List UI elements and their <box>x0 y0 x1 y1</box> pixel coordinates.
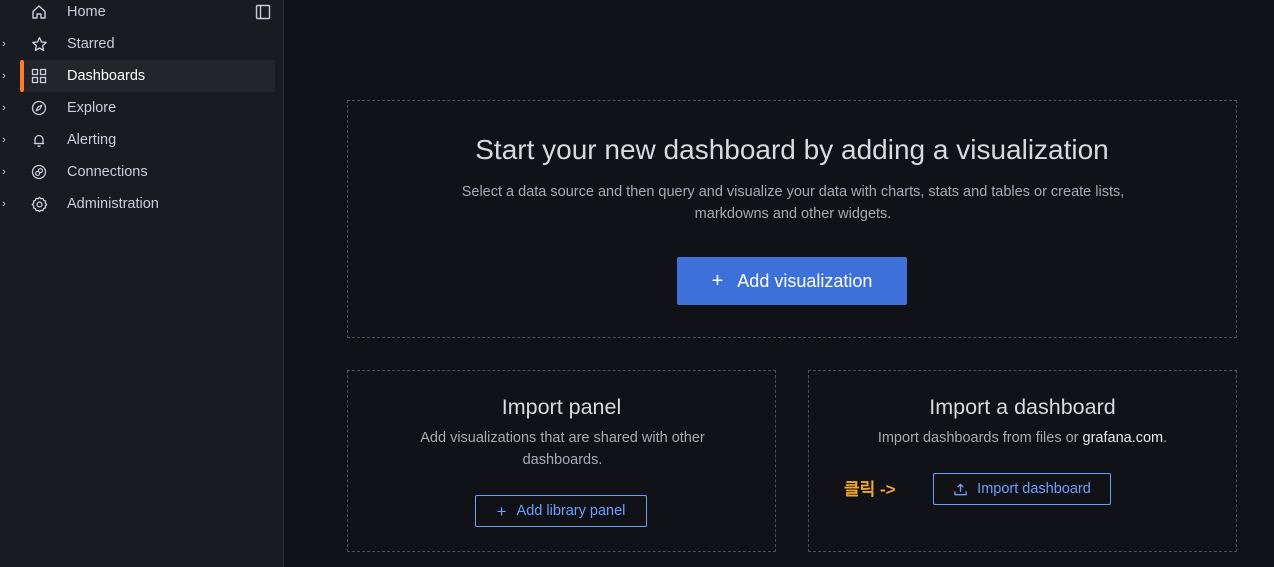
sidebar-item-home[interactable]: Home <box>0 0 284 28</box>
sidebar-item-alerting[interactable]: › Alerting <box>0 124 284 156</box>
click-annotation: 클릭 -> <box>844 480 896 499</box>
chevron-right-icon[interactable]: › <box>0 156 9 188</box>
home-icon <box>30 3 48 21</box>
bell-icon <box>30 131 48 149</box>
link-icon <box>30 163 48 181</box>
sidebar-item-connections[interactable]: › Connections <box>0 156 284 188</box>
active-indicator <box>20 60 24 92</box>
card-description: Add visualizations that are shared with … <box>420 430 705 468</box>
upload-icon <box>953 482 968 497</box>
add-library-panel-button[interactable]: + Add library panel <box>475 495 647 527</box>
button-label: Add visualization <box>737 270 873 291</box>
chevron-right-icon[interactable]: › <box>0 60 9 92</box>
button-label: Import dashboard <box>977 481 1091 497</box>
description-suffix: . <box>1163 430 1168 446</box>
sidebar-item-label: Dashboards <box>67 68 146 84</box>
card-title: Import a dashboard <box>929 395 1116 419</box>
chevron-right-icon[interactable]: › <box>0 92 9 124</box>
active-item-background <box>20 60 275 92</box>
card-description: Import dashboards from files or grafana.… <box>809 427 1236 449</box>
button-label: Add library panel <box>516 503 626 519</box>
card-title: Import panel <box>501 395 622 419</box>
sidebar-item-label: Starred <box>67 36 115 52</box>
chevron-right-icon[interactable]: › <box>0 124 9 156</box>
plus-icon: + <box>711 270 724 292</box>
panel-description: Select a data source and then query and … <box>461 184 1125 222</box>
sidebar-item-label: Alerting <box>67 132 117 148</box>
sidebar-item-dashboards[interactable]: › Dashboards <box>0 60 284 92</box>
sidebar-item-label: Home <box>67 4 106 20</box>
import-dashboard-button[interactable]: Import dashboard <box>933 473 1111 505</box>
plus-icon: + <box>496 501 507 521</box>
sidebar-item-label: Explore <box>67 100 117 116</box>
page-title: Start your new dashboard by adding a vis… <box>475 134 1109 165</box>
chevron-right-icon[interactable]: › <box>0 188 9 220</box>
chevron-right-icon[interactable]: › <box>0 28 9 60</box>
add-visualization-button[interactable]: + Add visualization <box>677 257 907 305</box>
sidebar-item-explore[interactable]: › Explore <box>0 92 284 124</box>
grafana-com-link[interactable]: grafana.com <box>1083 430 1164 446</box>
sidebar-item-label: Administration <box>67 196 159 212</box>
add-visualization-panel: Start your new dashboard by adding a vis… <box>347 100 1237 338</box>
sidebar-item-label: Connections <box>67 164 148 180</box>
compass-icon <box>30 99 48 117</box>
star-icon <box>30 35 48 53</box>
sidebar-item-administration[interactable]: › Administration <box>0 188 284 220</box>
cog-icon <box>30 195 48 213</box>
import-dashboard-card: Import a dashboard Import dashboards fro… <box>808 370 1237 552</box>
description-text: Import dashboards from files or <box>877 430 1083 446</box>
apps-icon <box>30 67 48 85</box>
sidebar: Home › Starred › Dashboards › Explore › … <box>0 0 284 567</box>
sidebar-item-starred[interactable]: › Starred <box>0 28 284 60</box>
import-panel-card: Import panel Add visualizations that are… <box>347 370 776 552</box>
